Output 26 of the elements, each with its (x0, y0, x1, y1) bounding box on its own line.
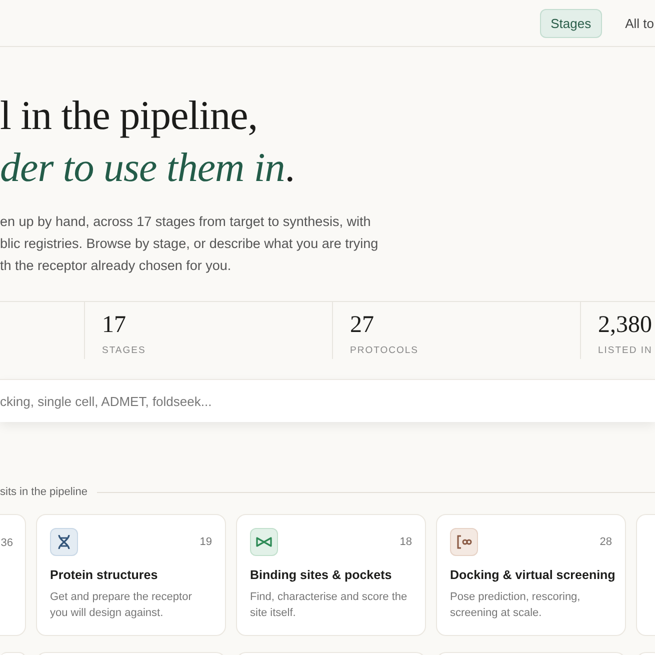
stat-label: STAGES (102, 345, 146, 356)
tool-count: 28 (600, 536, 612, 548)
tool-count: 19 (200, 536, 212, 548)
stage-card[interactable]: 28 Docking & virtual screening Pose prediction, rescoring, screening at scale. (436, 514, 626, 636)
tool-count: 36 (0, 537, 13, 549)
hero-heading: der to use them in. (0, 143, 295, 192)
stat-value: 27 (350, 312, 374, 339)
nav-tab[interactable]: All to (614, 8, 655, 38)
stat-label: LISTED IN (598, 345, 652, 356)
section-label: sits in the pipeline (0, 486, 88, 498)
stage-card[interactable]: 36 (0, 514, 26, 636)
stage-card[interactable]: 19 Protein structures Get and prepare the receptor you will design against. (36, 514, 226, 636)
stage-card[interactable]: 18 Binding sites & pockets Find, characterise and score the site itself. (236, 514, 426, 636)
card-description: Pose prediction, rescoring, screening at scale. (450, 590, 582, 621)
stat-value: 2,380 (598, 312, 652, 339)
card-description: Get and prepare the receptor you will design against. (50, 590, 193, 621)
intro-paragraph: en up by hand, across 17 stages from target to synthesis, with blic registries. Browse by stage, or describe what you are trying th the receptor already chosen for you. (0, 213, 378, 275)
card-title: Protein structures (50, 568, 158, 582)
card-description: Find, characterise and score the site itself. (250, 590, 408, 621)
stat-value: 17 (102, 312, 126, 339)
hero-heading: l in the pipeline, (0, 91, 258, 140)
card-title: Docking & virtual screening (450, 568, 616, 582)
stat-label: PROTOCOLS (350, 345, 418, 356)
card-title: Binding sites & pockets (250, 568, 392, 582)
tool-count: 18 (400, 536, 412, 548)
search-field[interactable]: cking, single cell, ADMET, foldseek... (0, 379, 655, 422)
